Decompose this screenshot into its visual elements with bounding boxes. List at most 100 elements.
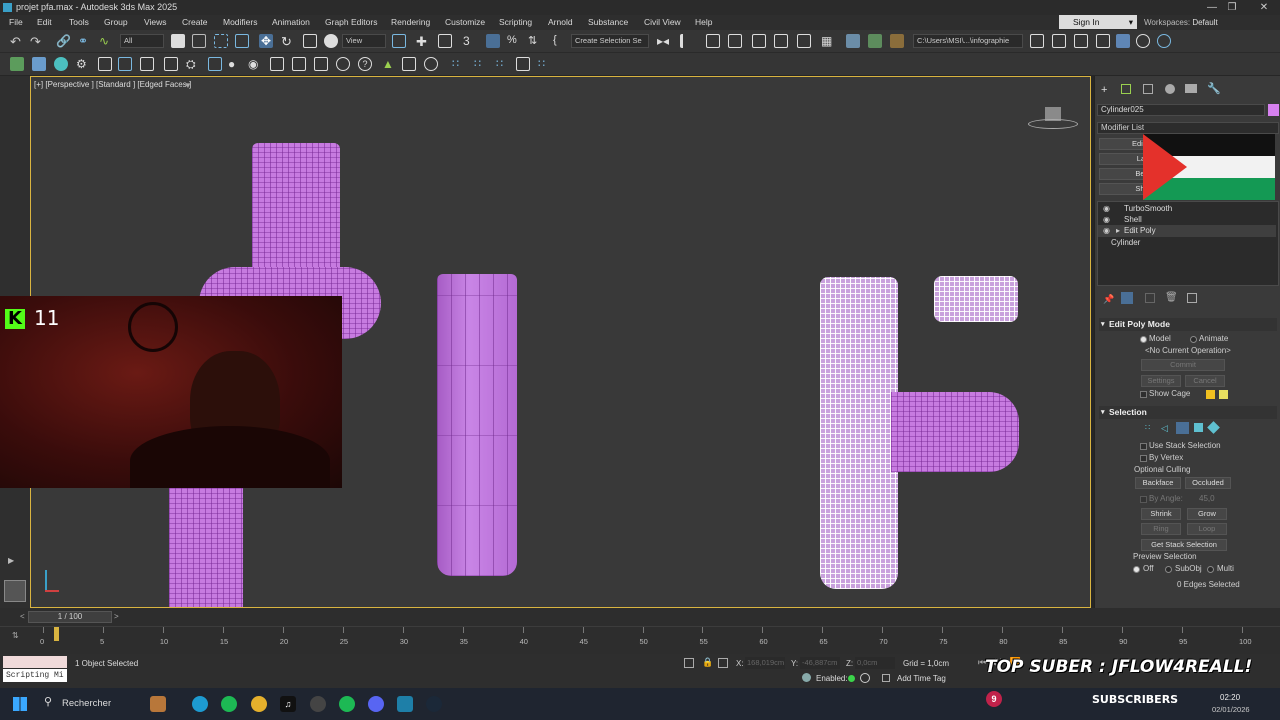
percent-snap-icon[interactable]: %	[507, 34, 521, 48]
tool-icon-5[interactable]	[98, 57, 112, 71]
play-icon[interactable]: ▶	[8, 556, 16, 565]
make-unique-icon[interactable]	[1145, 293, 1155, 303]
light-icon[interactable]: ◉	[248, 57, 262, 71]
preview-multi-radio[interactable]	[1207, 566, 1214, 573]
selected-tpipe-branch-mesh[interactable]	[891, 392, 1019, 472]
cancel-button[interactable]: Cancel	[1185, 375, 1225, 387]
border-mode-icon[interactable]	[1176, 422, 1189, 434]
project-path-dropdown[interactable]: C:\Users\MSI\...\infographie	[913, 34, 1023, 48]
tool-icon-9[interactable]: ⛭	[186, 57, 200, 71]
tool-icon-25[interactable]: ∷	[538, 57, 552, 71]
workspaces-selector[interactable]: Workspaces: Default	[1144, 15, 1218, 30]
place-icon[interactable]	[324, 34, 338, 48]
animate-radio[interactable]	[1190, 336, 1197, 343]
isolate-icon[interactable]	[684, 658, 694, 668]
configure-sets-icon[interactable]	[1187, 293, 1197, 303]
lock-icon[interactable]: 🔒	[702, 657, 713, 668]
edge-mode-icon[interactable]: ◁	[1161, 423, 1171, 433]
sign-in-button[interactable]: Sign In ▾	[1059, 15, 1137, 29]
time-cursor[interactable]	[54, 627, 59, 641]
stack-item-cylinder[interactable]: Cylinder	[1098, 237, 1276, 249]
bind-spacewarp-icon[interactable]: ∿	[99, 34, 113, 48]
get-stack-selection-button[interactable]: Get Stack Selection	[1141, 539, 1227, 551]
unlink-icon[interactable]: ⚭	[78, 34, 92, 48]
add-time-tag-label[interactable]: Add Time Tag	[897, 674, 946, 683]
viewcube-ring[interactable]	[1028, 119, 1078, 129]
schematic-view-icon[interactable]	[797, 34, 811, 48]
tiktok-icon[interactable]: ♫	[280, 696, 296, 712]
rotate-icon[interactable]: ↻	[281, 34, 295, 49]
material-editor-icon[interactable]: ▦	[821, 34, 835, 48]
expand-arrow-icon[interactable]: ▸	[1116, 225, 1120, 237]
track-bar-menu-icon[interactable]: ⇅	[12, 631, 19, 640]
create-tab-icon[interactable]: +	[1101, 84, 1107, 96]
selected-tpipe-mesh[interactable]	[820, 277, 898, 589]
undo-icon[interactable]: ↶	[10, 34, 24, 49]
tool-icon-6[interactable]	[118, 57, 132, 71]
align-icon[interactable]	[680, 34, 694, 48]
render-setup-icon[interactable]	[846, 34, 860, 48]
polygon-mode-icon[interactable]	[1194, 423, 1203, 432]
tool-icon-2[interactable]	[32, 57, 46, 71]
settings-button[interactable]: Settings	[1141, 375, 1181, 387]
snaps-toggle-icon[interactable]: 3	[463, 34, 477, 48]
tool-icon-19[interactable]	[402, 57, 416, 71]
trash-icon[interactable]: 🗑	[1165, 292, 1178, 303]
loop-button[interactable]: Loop	[1187, 523, 1227, 535]
rendered-frame-icon[interactable]	[868, 34, 882, 48]
scale-icon[interactable]	[303, 34, 317, 48]
menu-help[interactable]: Help	[695, 15, 712, 30]
clock-icon[interactable]	[1136, 34, 1150, 48]
sync-icon[interactable]	[1157, 34, 1171, 48]
utilities-tab-icon[interactable]: 🔧	[1207, 82, 1221, 95]
viewport-label[interactable]: [+] [Perspective ] [Standard ] [Edged Fa…	[34, 80, 191, 89]
grow-button[interactable]: Grow	[1187, 508, 1227, 520]
select-manipulate-icon[interactable]: ✚	[416, 34, 430, 49]
cage-selected-color-swatch[interactable]	[1219, 390, 1228, 399]
3dsmax-icon[interactable]	[397, 696, 413, 712]
motion-tab-icon[interactable]	[1165, 84, 1175, 94]
tool-icon-22[interactable]: ∷	[474, 57, 488, 71]
spinner-snap-icon[interactable]: ⇅	[528, 34, 542, 48]
stack-item-edit-poly[interactable]: ◉ ▸ Edit Poly	[1098, 225, 1276, 237]
maximize-icon[interactable]: ❐	[1220, 0, 1244, 15]
toolbar-active-icon[interactable]	[1116, 34, 1130, 48]
by-angle-value[interactable]: 45,0	[1199, 494, 1215, 503]
commit-button[interactable]: Commit	[1141, 359, 1225, 371]
rollout-collapse-icon[interactable]: ▾	[1101, 406, 1105, 419]
ribbon-icon[interactable]	[752, 34, 766, 48]
z-coordinate-field[interactable]: 0,0cm	[855, 657, 895, 669]
taskbar-date[interactable]: 02/01/2026	[1212, 705, 1250, 714]
menu-civil-view[interactable]: Civil View	[644, 15, 681, 30]
element-mode-icon[interactable]	[1207, 421, 1220, 434]
region-select-icon[interactable]	[214, 34, 228, 48]
window-crossing-icon[interactable]	[235, 34, 249, 48]
x-coordinate-field[interactable]: 168,019cm	[745, 657, 785, 669]
menu-views[interactable]: Views	[144, 15, 167, 30]
named-selection-dropdown[interactable]: Create Selection Se	[571, 34, 649, 48]
search-icon[interactable]: ⚲	[44, 695, 52, 708]
menu-graph-editors[interactable]: Graph Editors	[325, 15, 377, 30]
occluded-button[interactable]: Occluded	[1185, 477, 1231, 489]
menu-group[interactable]: Group	[104, 15, 128, 30]
menu-scripting[interactable]: Scripting	[499, 15, 532, 30]
taskbar-search-text[interactable]: Rechercher	[62, 698, 111, 709]
menu-animation[interactable]: Animation	[272, 15, 310, 30]
tool-icon-8[interactable]	[164, 57, 178, 71]
toolbar-misc-icon-2[interactable]	[1074, 34, 1088, 48]
rollout-collapse-icon[interactable]: ▾	[1101, 318, 1105, 331]
record-icon[interactable]	[860, 673, 870, 683]
tool-icon-3[interactable]	[54, 57, 68, 71]
maxscript-listener-output[interactable]	[3, 656, 67, 668]
hierarchy-tab-icon[interactable]	[1143, 84, 1153, 94]
edit-named-selection-icon[interactable]: {	[553, 34, 567, 48]
taskbar-clock[interactable]: 02:20	[1220, 693, 1240, 702]
viewcube[interactable]	[1028, 107, 1078, 131]
menu-substance[interactable]: Substance	[588, 15, 628, 30]
ring-button[interactable]: Ring	[1141, 523, 1181, 535]
selection-rollout[interactable]: ▾ Selection	[1099, 406, 1277, 419]
display-tab-icon[interactable]	[1185, 84, 1197, 93]
reference-coord-dropdown[interactable]: View	[342, 34, 386, 48]
enabled-indicator[interactable]	[848, 675, 855, 682]
pipe-bottom-left-mesh[interactable]	[169, 487, 243, 607]
